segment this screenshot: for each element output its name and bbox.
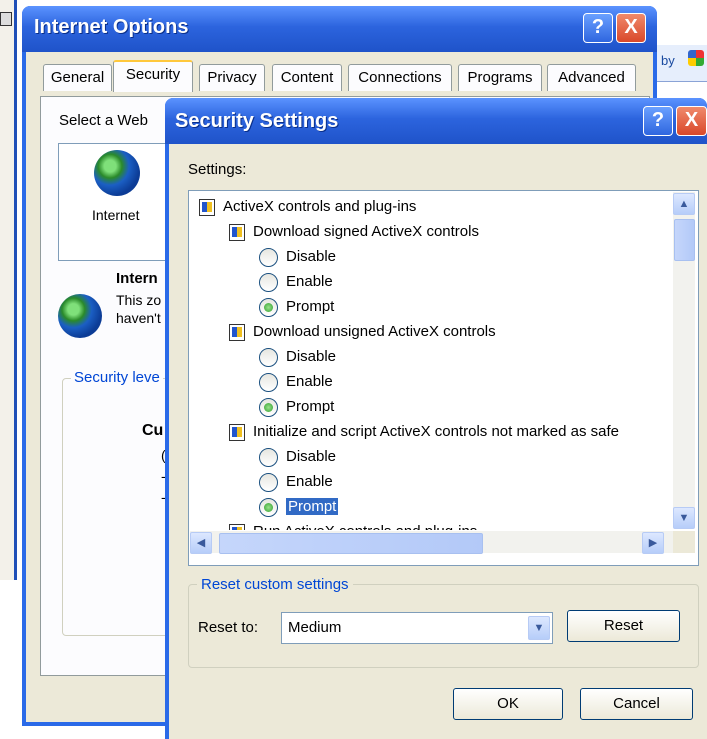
zone-description-line2: haven't: [116, 310, 161, 326]
radio-option[interactable]: Prompt: [259, 295, 334, 319]
tab-general[interactable]: General: [43, 64, 112, 91]
background-window-button: [0, 12, 12, 26]
zone-internet-label[interactable]: Internet: [92, 207, 139, 223]
radio-button-icon[interactable]: [259, 472, 278, 492]
setting-shield-icon: [229, 323, 245, 341]
radio-button-icon[interactable]: [259, 397, 278, 417]
reset-group-label: Reset custom settings: [197, 576, 353, 593]
level-heading: Cu: [142, 422, 164, 439]
radio-button-icon[interactable]: [259, 272, 278, 292]
tree-row-label: Prompt: [286, 298, 335, 315]
tree-category: ActiveX controls and plug-ins: [199, 195, 416, 219]
tree-item: Initialize and script ActiveX controls n…: [229, 420, 619, 444]
vertical-scroll-thumb[interactable]: [674, 219, 695, 261]
radio-option[interactable]: Enable: [259, 470, 333, 494]
radio-button-icon[interactable]: [259, 447, 278, 467]
security-level-label: Security leve: [71, 369, 163, 386]
select-zone-text: Select a Web: [59, 112, 148, 129]
chevron-down-icon[interactable]: ▼: [528, 616, 550, 640]
cancel-button[interactable]: Cancel: [580, 688, 693, 720]
tree-row-label: Download unsigned ActiveX controls: [253, 323, 496, 340]
setting-shield-icon: [199, 198, 215, 216]
tree-item: Download signed ActiveX controls: [229, 220, 479, 244]
radio-button-icon[interactable]: [259, 247, 278, 267]
security-level-group: [62, 378, 174, 636]
tree-row-label: Initialize and script ActiveX controls n…: [253, 423, 620, 440]
help-button[interactable]: ?: [643, 106, 673, 136]
tree-row-label: Enable: [286, 273, 333, 290]
reset-to-label: Reset to:: [198, 619, 259, 636]
help-button[interactable]: ?: [583, 13, 613, 43]
tab-connections[interactable]: Connections: [348, 64, 452, 91]
tab-content[interactable]: Content: [272, 64, 342, 91]
reset-to-value: Medium: [288, 619, 342, 636]
scrollbar-corner: [673, 531, 695, 553]
tree-row-label: Disable: [286, 248, 337, 265]
radio-option[interactable]: Prompt: [259, 495, 339, 519]
radio-option[interactable]: Disable: [259, 245, 336, 269]
radio-option[interactable]: Prompt: [259, 395, 334, 419]
tree-row-label: Enable: [286, 473, 333, 490]
background-browser-text: by: [661, 53, 675, 68]
windows-logo-icon: [688, 50, 704, 66]
zone-heading: Intern: [116, 270, 158, 287]
internet-options-title: Internet Options: [34, 16, 189, 38]
radio-button-icon[interactable]: [259, 497, 278, 517]
scroll-up-button[interactable]: ▲: [673, 193, 695, 215]
tree-row-label: Prompt: [286, 398, 335, 415]
tree-row-label: Disable: [286, 348, 337, 365]
settings-label: Settings:: [188, 161, 247, 178]
radio-option[interactable]: Disable: [259, 345, 336, 369]
tree-row-label: ActiveX controls and plug-ins: [223, 198, 417, 215]
tree-row-label: Download signed ActiveX controls: [253, 223, 479, 240]
background-window-edge: [0, 0, 17, 580]
security-settings-title: Security Settings: [175, 110, 339, 132]
tree-row-label: Prompt: [286, 498, 339, 515]
radio-option[interactable]: Enable: [259, 270, 333, 294]
radio-button-icon[interactable]: [259, 372, 278, 392]
close-button[interactable]: X: [676, 106, 707, 136]
close-button[interactable]: X: [616, 13, 646, 43]
radio-option[interactable]: Enable: [259, 370, 333, 394]
tab-programs[interactable]: Programs: [458, 64, 542, 91]
settings-tree[interactable]: ActiveX controls and plug-ins Download si…: [188, 190, 699, 566]
reset-button[interactable]: Reset: [567, 610, 680, 642]
tree-row-label: Run ActiveX controls and plug-ins: [253, 523, 477, 530]
scroll-right-button[interactable]: ▶: [642, 532, 664, 554]
radio-option[interactable]: Disable: [259, 445, 336, 469]
setting-shield-icon: [229, 423, 245, 441]
tab-security[interactable]: Security: [113, 60, 193, 92]
zone-globe-icon: [58, 294, 102, 338]
zone-description-line1: This zo: [116, 292, 162, 308]
setting-shield-icon: [229, 523, 245, 530]
scroll-down-button[interactable]: ▼: [673, 507, 695, 529]
scroll-left-button[interactable]: ◀: [190, 532, 212, 554]
tree-item: Run ActiveX controls and plug-ins: [229, 520, 477, 530]
internet-globe-icon[interactable]: [94, 150, 140, 196]
tree-row-label: Enable: [286, 373, 333, 390]
tab-privacy[interactable]: Privacy: [199, 64, 265, 91]
tab-advanced[interactable]: Advanced: [547, 64, 636, 91]
ok-button[interactable]: OK: [453, 688, 563, 720]
tree-row-label: Disable: [286, 448, 337, 465]
radio-button-icon[interactable]: [259, 347, 278, 367]
radio-button-icon[interactable]: [259, 297, 278, 317]
horizontal-scroll-thumb[interactable]: [219, 533, 483, 554]
reset-to-dropdown[interactable]: Medium ▼: [281, 612, 553, 644]
setting-shield-icon: [229, 223, 245, 241]
tree-item: Download unsigned ActiveX controls: [229, 320, 496, 344]
